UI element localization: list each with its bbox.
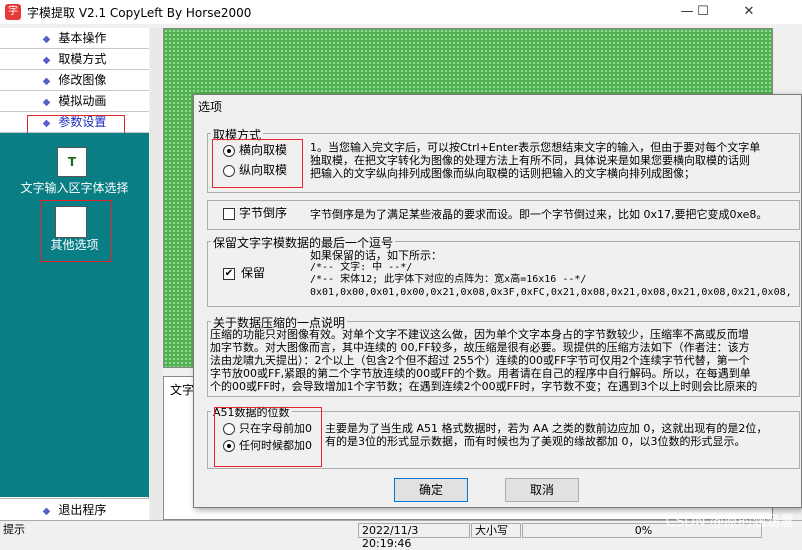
diamond-icon: ◆ xyxy=(42,55,51,66)
a51-desc-1: 主要是为了当生成 A51 格式数据时，若为 AA 之类的数前边应加 0，这就出现… xyxy=(325,422,768,435)
diamond-icon: ◆ xyxy=(42,34,51,45)
options-dialog: 选项 取模方式 横向取模 纵向取模 1。当您输入完文字后，可以按Ctrl+Ent… xyxy=(193,94,802,508)
diamond-icon: ◆ xyxy=(42,97,51,108)
nav-animation[interactable]: ◆ 模拟动画 xyxy=(0,91,149,112)
title-bar: 字 字模提取 V2.1 CopyLeft By Horse2000 — ☐ ✕ xyxy=(0,0,802,24)
nav-basic-ops[interactable]: ◆ 基本操作 xyxy=(0,28,149,49)
app-icon: 字 xyxy=(5,4,21,20)
mode-desc-1: 1。当您输入完文字后，可以按Ctrl+Enter表示您想结束文字的输入，但由于要… xyxy=(310,141,761,154)
a51-desc-2: 有的是3位的形式显示数据，而有时候也为了美观的缘故都加 0，以3位数的形式显示。 xyxy=(325,435,746,448)
highlight-box xyxy=(212,139,303,188)
mode-desc-2: 独取模，在把文字转化为图像的处理方法上有所不同，具体说来是如果您要横向取模的话则 xyxy=(310,154,750,167)
options-panel: T 文字输入区字体选择 其他选项 xyxy=(0,133,149,497)
splitter[interactable] xyxy=(150,28,162,520)
highlight-box xyxy=(214,407,322,467)
window-title: 字模提取 V2.1 CopyLeft By Horse2000 xyxy=(27,6,252,20)
keep-comma-desc-4: 0x01,0x00,0x01,0x00,0x21,0x08,0x3F,0xFC,… xyxy=(310,287,792,298)
compress-desc-1: 压缩的功能只对图像有效。对单个文字不建议这么做，因为单个文字本身占的字节数较少，… xyxy=(210,328,749,341)
compress-desc-5: 个的00或FF时，会导致增加1个字节数；在遇到连续2个00或FF时，字节数不变；… xyxy=(210,380,758,393)
exit-button[interactable]: ◆ 退出程序 xyxy=(0,498,149,520)
diamond-icon: ◆ xyxy=(42,76,51,87)
byte-reverse-label[interactable]: 字节倒序 xyxy=(239,207,287,220)
diamond-icon: ◆ xyxy=(42,506,51,517)
status-hint: 提示 xyxy=(3,523,25,536)
font-icon[interactable]: T xyxy=(57,147,87,177)
mode-desc-3: 把输入的文字纵向排列成图像而纵向取模的话则把输入的文字横向排列成图像； xyxy=(310,167,695,180)
keep-comma-checkbox[interactable]: ✔ xyxy=(223,268,235,280)
compress-desc-2: 加字节数。对大图像而言，其中连续的 00,FF较多，故压缩是很有必要。现提供的压… xyxy=(210,341,750,354)
keep-comma-desc-3: /*-- 宋体12; 此字体下对应的点阵为：宽x高=16x16 --*/ xyxy=(310,274,587,285)
text-area-label: 文字 xyxy=(170,383,195,397)
compress-desc-4: 字节放00或FF,紧跟的第二个字节放连续的00或FF的个数。用者请在自己的程序中… xyxy=(210,367,751,380)
close-button[interactable]: ✕ xyxy=(726,0,772,24)
nav-edit-image[interactable]: ◆ 修改图像 xyxy=(0,70,149,91)
maximize-button[interactable]: ☐ xyxy=(680,0,726,24)
byte-reverse-desc: 字节倒序是为了满足某些液晶的要求而设。即一个字节倒过来，比如 0x17,要把它变… xyxy=(310,208,768,221)
status-caps: 大小写 xyxy=(471,523,521,538)
cancel-button[interactable]: 取消 xyxy=(505,478,579,502)
byte-reverse-checkbox[interactable] xyxy=(223,208,235,220)
dialog-title: 选项 xyxy=(198,100,223,114)
font-select-label[interactable]: 文字输入区字体选择 xyxy=(0,179,149,196)
watermark: CSDN @原的涵涵薯 xyxy=(665,514,794,530)
highlight-box xyxy=(40,200,112,262)
nav-mode[interactable]: ◆ 取模方式 xyxy=(0,49,149,70)
status-datetime: 2022/11/3 20:19:46 xyxy=(358,523,470,550)
keep-comma-check-label[interactable]: 保留 xyxy=(241,267,265,280)
compress-desc-3: 法由龙啸九天提出）：2个以上（包含2个但不超过 255个）连续的00或FF字节可… xyxy=(210,354,750,367)
ok-button[interactable]: 确定 xyxy=(394,478,468,502)
